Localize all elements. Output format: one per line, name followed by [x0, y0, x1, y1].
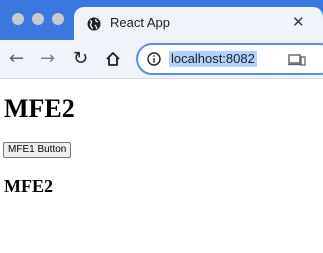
info-icon[interactable] [147, 52, 161, 66]
page-content: MFE2 MFE1 Button MFE2 [0, 79, 323, 253]
browser-title-bar: React App ✕ [0, 0, 323, 40]
address-bar[interactable]: localhost:8082 [136, 43, 323, 75]
url-text[interactable]: localhost:8082 [169, 51, 257, 67]
mfe1-button[interactable]: MFE1 Button [3, 142, 72, 158]
window-maximize-dot[interactable] [52, 13, 64, 25]
window-close-dot[interactable] [12, 13, 24, 25]
browser-tab[interactable]: React App ✕ [74, 7, 323, 40]
home-icon[interactable] [105, 51, 121, 67]
reload-icon[interactable]: ↻ [73, 49, 88, 69]
forward-arrow-icon[interactable]: → [40, 49, 55, 69]
window-minimize-dot[interactable] [32, 13, 44, 25]
browser-toolbar: ← → ↻ localhost:8082 [0, 40, 323, 79]
back-arrow-icon[interactable]: ← [9, 49, 24, 69]
section-heading: MFE2 [4, 176, 53, 196]
page-heading: MFE2 [4, 94, 75, 123]
globe-icon [87, 17, 101, 31]
tab-title: React App [110, 15, 170, 30]
tab-close-icon[interactable]: ✕ [292, 14, 305, 30]
devices-icon[interactable] [288, 52, 306, 68]
